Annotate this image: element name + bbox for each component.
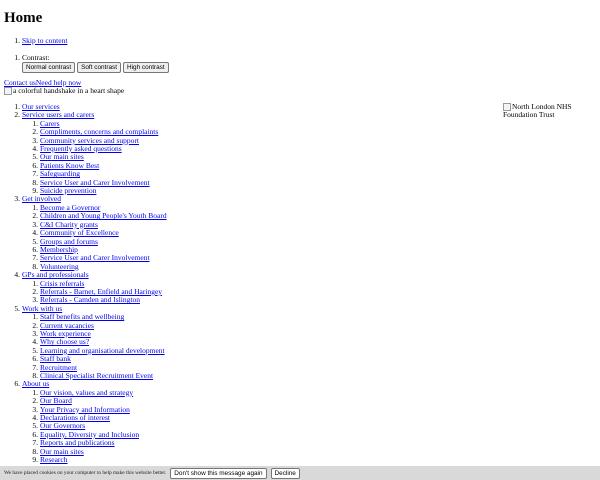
nav-item: 6. About us 1. Our vision, values and strat… <box>4 379 167 465</box>
skip-list-item: 1. Skip to content <box>14 36 68 45</box>
skip-list: 1. Skip to content <box>4 36 68 45</box>
broken-image-icon <box>4 87 12 96</box>
handshake-logo: a colorful handshake in a heart shape <box>4 86 125 96</box>
nav-item: 2. Service users and carers 1. Carers 2. Comp… <box>4 110 167 196</box>
cookie-banner: We have placed cookies on your computer … <box>0 466 600 480</box>
soft-contrast-button[interactable]: Soft contrast <box>77 62 121 74</box>
nav-submenu: 1. Carers 2. Compliments, concerns and comp… <box>22 119 167 196</box>
nhs-trust-logo[interactable]: North London NHS Foundation Trust <box>503 102 595 120</box>
high-contrast-button[interactable]: High contrast <box>123 62 169 74</box>
normal-contrast-button[interactable]: Normal contrast <box>22 62 76 74</box>
nhs-trust-logo-alt: North London NHS Foundation Trust <box>503 102 572 120</box>
handshake-logo-alt: a colorful handshake in a heart shape <box>13 86 125 95</box>
contrast-label: Contrast: <box>22 53 50 62</box>
cookie-message: We have placed cookies on your computer … <box>4 469 167 476</box>
contrast-list-item: 1. Contrast: Normal contrast Soft contra… <box>4 53 169 74</box>
contrast-list: 1. Contrast: Normal contrast Soft contra… <box>4 53 169 74</box>
nav-submenu: 1. Become a Governor 2. Children and Young … <box>22 203 166 271</box>
contrast-buttons: Normal contrast Soft contrast High contr… <box>22 62 169 74</box>
nav-submenu: 1. Our vision, values and strategy 2. Our B… <box>22 388 167 465</box>
nav-subitem: 9. Research <box>32 455 68 465</box>
nav-sublink[interactable]: Research <box>40 455 67 464</box>
nav-submenu: 1. Crisis referrals 2. Referrals - Barnet, … <box>22 279 167 305</box>
nav-item: 3. Get involved 1. Become a Governor 2. Child… <box>14 194 167 271</box>
page-title: Home <box>4 10 43 26</box>
main-navigation: 1. Our services 2. Service users and carers… <box>4 102 167 465</box>
skip-to-content-link[interactable]: Skip to content <box>22 36 67 45</box>
nav-item: 5. Work with us 1. Staff benefits and wellb… <box>14 303 167 380</box>
nav-item: 4. GPs and professionals 1. Crisis referral… <box>4 270 167 305</box>
decline-cookies-button[interactable]: Decline <box>270 467 300 479</box>
nav-sublink[interactable]: Clinical Specialist Recruitment Event <box>40 371 153 380</box>
dont-show-again-button[interactable]: Don't show this message again <box>170 467 267 479</box>
nav-submenu: 1. Staff benefits and wellbeing 2. Current … <box>22 312 167 380</box>
